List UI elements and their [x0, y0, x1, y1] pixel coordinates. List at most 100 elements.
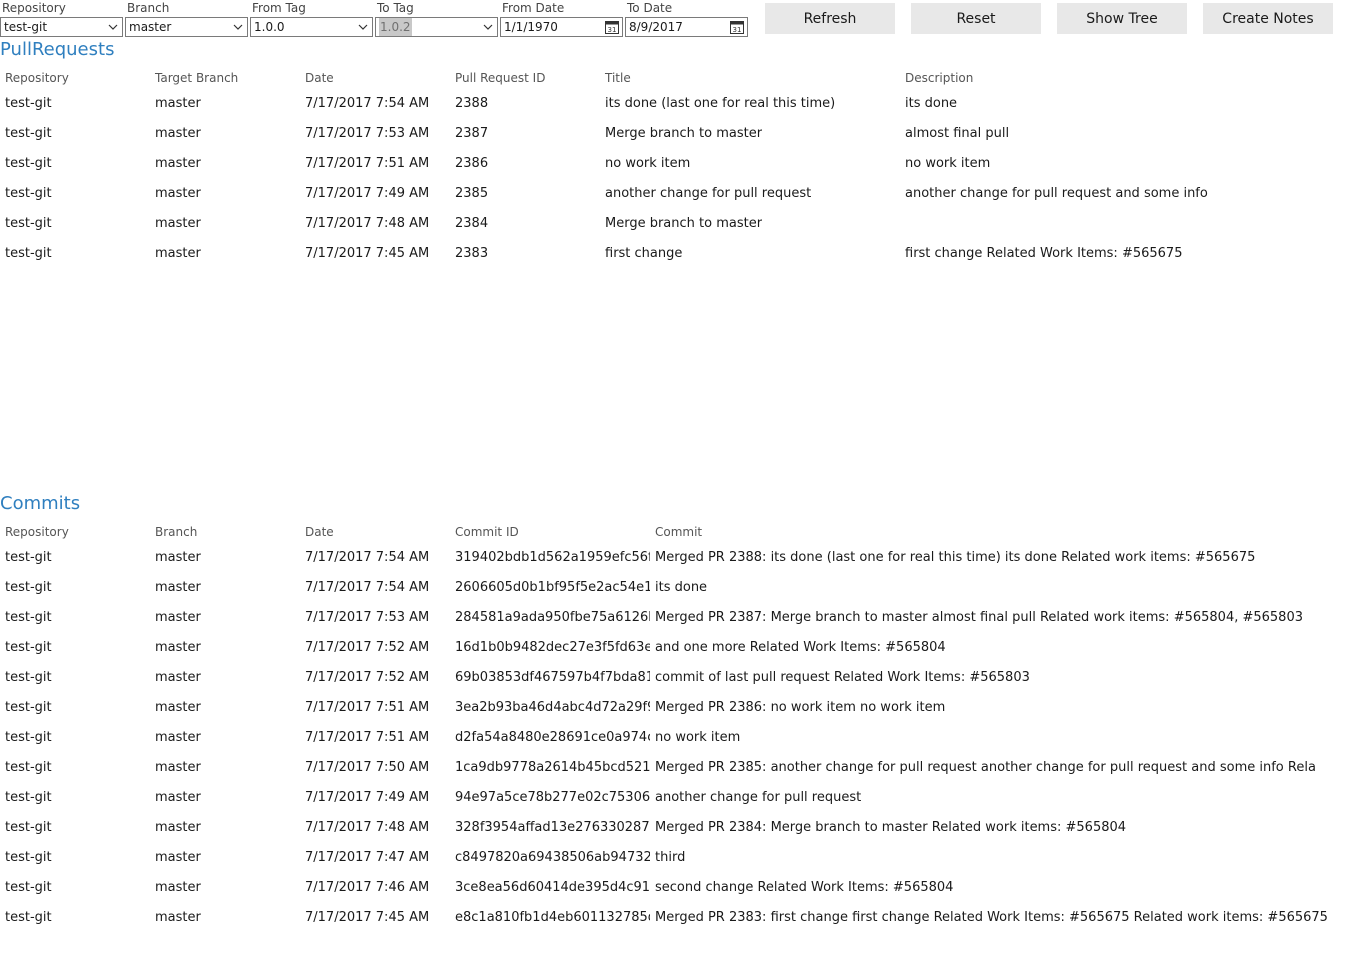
column-header-branch[interactable]: Branch	[155, 525, 197, 539]
cell-date: 7/17/2017 7:49 AM	[305, 790, 430, 805]
cell-target-branch: master	[155, 216, 201, 231]
table-row[interactable]: test-git master 7/17/2017 7:54 AM 2606605d0…	[0, 573, 1345, 603]
table-row[interactable]: test-git master 7/17/2017 7:49 AM 2385 anoth…	[0, 179, 1345, 209]
cell-repository: test-git	[5, 610, 52, 625]
column-header-target-branch[interactable]: Target Branch	[155, 71, 238, 85]
cell-commit-id: 1ca9db9778a2614b45bcd5210...	[455, 760, 650, 775]
calendar-icon[interactable]: 31	[605, 20, 619, 34]
to-date-label: To Date	[627, 1, 673, 15]
commits-table: Repository Branch Date Commit ID Commit test…	[0, 521, 1345, 933]
table-row[interactable]: test-git master 7/17/2017 7:53 AM 2387 Merge…	[0, 119, 1345, 149]
table-row[interactable]: test-git master 7/17/2017 7:51 AM 3ea2b93ba…	[0, 693, 1345, 723]
calendar-icon[interactable]: 31	[730, 20, 744, 34]
cell-commit: Merged PR 2383: first change first chang…	[655, 910, 1328, 925]
pull-requests-title: PullRequests	[0, 39, 115, 60]
cell-repository: test-git	[5, 186, 52, 201]
reset-button[interactable]: Reset	[911, 3, 1041, 34]
cell-repository: test-git	[5, 550, 52, 565]
cell-commit: Merged PR 2384: Merge branch to master R…	[655, 820, 1127, 835]
cell-repository: test-git	[5, 790, 52, 805]
cell-date: 7/17/2017 7:54 AM	[305, 580, 430, 595]
table-row[interactable]: test-git master 7/17/2017 7:46 AM 3ce8ea56d…	[0, 873, 1345, 903]
cell-description: almost final pull	[905, 126, 1010, 141]
table-row[interactable]: test-git master 7/17/2017 7:51 AM 2386 no wo…	[0, 149, 1345, 179]
cell-description: its done	[905, 96, 958, 111]
to-date-value: 8/9/2017	[629, 20, 683, 34]
cell-branch: master	[155, 850, 201, 865]
column-header-commit-id[interactable]: Commit ID	[455, 525, 519, 539]
cell-repository: test-git	[5, 880, 52, 895]
cell-repository: test-git	[5, 246, 52, 261]
table-row[interactable]: test-git master 7/17/2017 7:52 AM 69b03853d…	[0, 663, 1345, 693]
table-row[interactable]: test-git master 7/17/2017 7:47 AM c8497820a…	[0, 843, 1345, 873]
column-header-repository[interactable]: Repository	[5, 525, 69, 539]
table-row[interactable]: test-git master 7/17/2017 7:50 AM 1ca9db977…	[0, 753, 1345, 783]
cell-pull-request-id: 2383	[455, 246, 489, 261]
chevron-down-icon	[358, 24, 368, 30]
show-tree-button[interactable]: Show Tree	[1057, 3, 1187, 34]
cell-commit: commit of last pull request Related Work…	[655, 670, 1030, 685]
commits-header: Repository Branch Date Commit ID Commit	[0, 521, 1345, 543]
cell-repository: test-git	[5, 580, 52, 595]
cell-date: 7/17/2017 7:52 AM	[305, 670, 430, 685]
column-header-date[interactable]: Date	[305, 71, 334, 85]
cell-repository: test-git	[5, 760, 52, 775]
cell-branch: master	[155, 910, 201, 925]
table-row[interactable]: test-git master 7/17/2017 7:45 AM e8c1a810f…	[0, 903, 1345, 933]
table-row[interactable]: test-git master 7/17/2017 7:54 AM 2388 its d…	[0, 89, 1345, 119]
cell-branch: master	[155, 700, 201, 715]
cell-date: 7/17/2017 7:54 AM	[305, 96, 430, 111]
cell-commit-id: 16d1b0b9482dec27e3f5fd63e6f...	[455, 640, 650, 655]
table-row[interactable]: test-git master 7/17/2017 7:49 AM 94e97a5ce…	[0, 783, 1345, 813]
cell-date: 7/17/2017 7:47 AM	[305, 850, 430, 865]
from-tag-select[interactable]: 1.0.0	[250, 17, 373, 37]
calendar-day: 31	[608, 26, 617, 34]
cell-commit: its done	[655, 580, 708, 595]
cell-repository: test-git	[5, 910, 52, 925]
to-date-picker[interactable]: 8/9/2017 31	[625, 17, 748, 37]
table-row[interactable]: test-git master 7/17/2017 7:51 AM d2fa54a84…	[0, 723, 1345, 753]
branch-select[interactable]: master	[125, 17, 248, 37]
cell-date: 7/17/2017 7:48 AM	[305, 820, 430, 835]
cell-description: another change for pull request and some…	[905, 186, 1208, 201]
table-row[interactable]: test-git master 7/17/2017 7:48 AM 328f3954a…	[0, 813, 1345, 843]
chevron-down-icon	[233, 24, 243, 30]
cell-commit-id: e8c1a810fb1d4eb601132785d5...	[455, 910, 650, 925]
refresh-button[interactable]: Refresh	[765, 3, 895, 34]
cell-date: 7/17/2017 7:52 AM	[305, 640, 430, 655]
column-header-description[interactable]: Description	[905, 71, 973, 85]
cell-title: no work item	[605, 156, 691, 171]
to-tag-value: 1.0.2	[379, 18, 412, 36]
from-tag-value: 1.0.0	[254, 20, 285, 34]
cell-commit: Merged PR 2387: Merge branch to master a…	[655, 610, 1303, 625]
table-row[interactable]: test-git master 7/17/2017 7:54 AM 319402bdb…	[0, 543, 1345, 573]
cell-branch: master	[155, 550, 201, 565]
table-row[interactable]: test-git master 7/17/2017 7:52 AM 16d1b0b94…	[0, 633, 1345, 663]
table-row[interactable]: test-git master 7/17/2017 7:48 AM 2384 Merge…	[0, 209, 1345, 239]
cell-commit-id: 3ea2b93ba46d4abc4d72a29f95...	[455, 700, 650, 715]
cell-target-branch: master	[155, 156, 201, 171]
branch-value: master	[129, 20, 172, 34]
column-header-commit[interactable]: Commit	[655, 525, 702, 539]
column-header-repository[interactable]: Repository	[5, 71, 69, 85]
cell-repository: test-git	[5, 216, 52, 231]
cell-commit-id: 69b03853df467597b4f7bda813...	[455, 670, 650, 685]
cell-branch: master	[155, 610, 201, 625]
to-tag-select[interactable]: 1.0.2	[375, 17, 498, 37]
cell-date: 7/17/2017 7:51 AM	[305, 730, 430, 745]
table-row[interactable]: test-git master 7/17/2017 7:53 AM 284581a9a…	[0, 603, 1345, 633]
cell-commit-id: 94e97a5ce78b277e02c7530678...	[455, 790, 650, 805]
cell-date: 7/17/2017 7:48 AM	[305, 216, 430, 231]
cell-repository: test-git	[5, 640, 52, 655]
column-header-date[interactable]: Date	[305, 525, 334, 539]
cell-commit: second change Related Work Items: #56580…	[655, 880, 954, 895]
column-header-pull-request-id[interactable]: Pull Request ID	[455, 71, 545, 85]
repository-select[interactable]: test-git	[0, 17, 123, 37]
cell-repository: test-git	[5, 700, 52, 715]
table-row[interactable]: test-git master 7/17/2017 7:45 AM 2383 first…	[0, 239, 1345, 269]
create-notes-button[interactable]: Create Notes	[1203, 3, 1333, 34]
cell-branch: master	[155, 670, 201, 685]
column-header-title[interactable]: Title	[605, 71, 631, 85]
cell-date: 7/17/2017 7:51 AM	[305, 700, 430, 715]
from-date-picker[interactable]: 1/1/1970 31	[500, 17, 623, 37]
